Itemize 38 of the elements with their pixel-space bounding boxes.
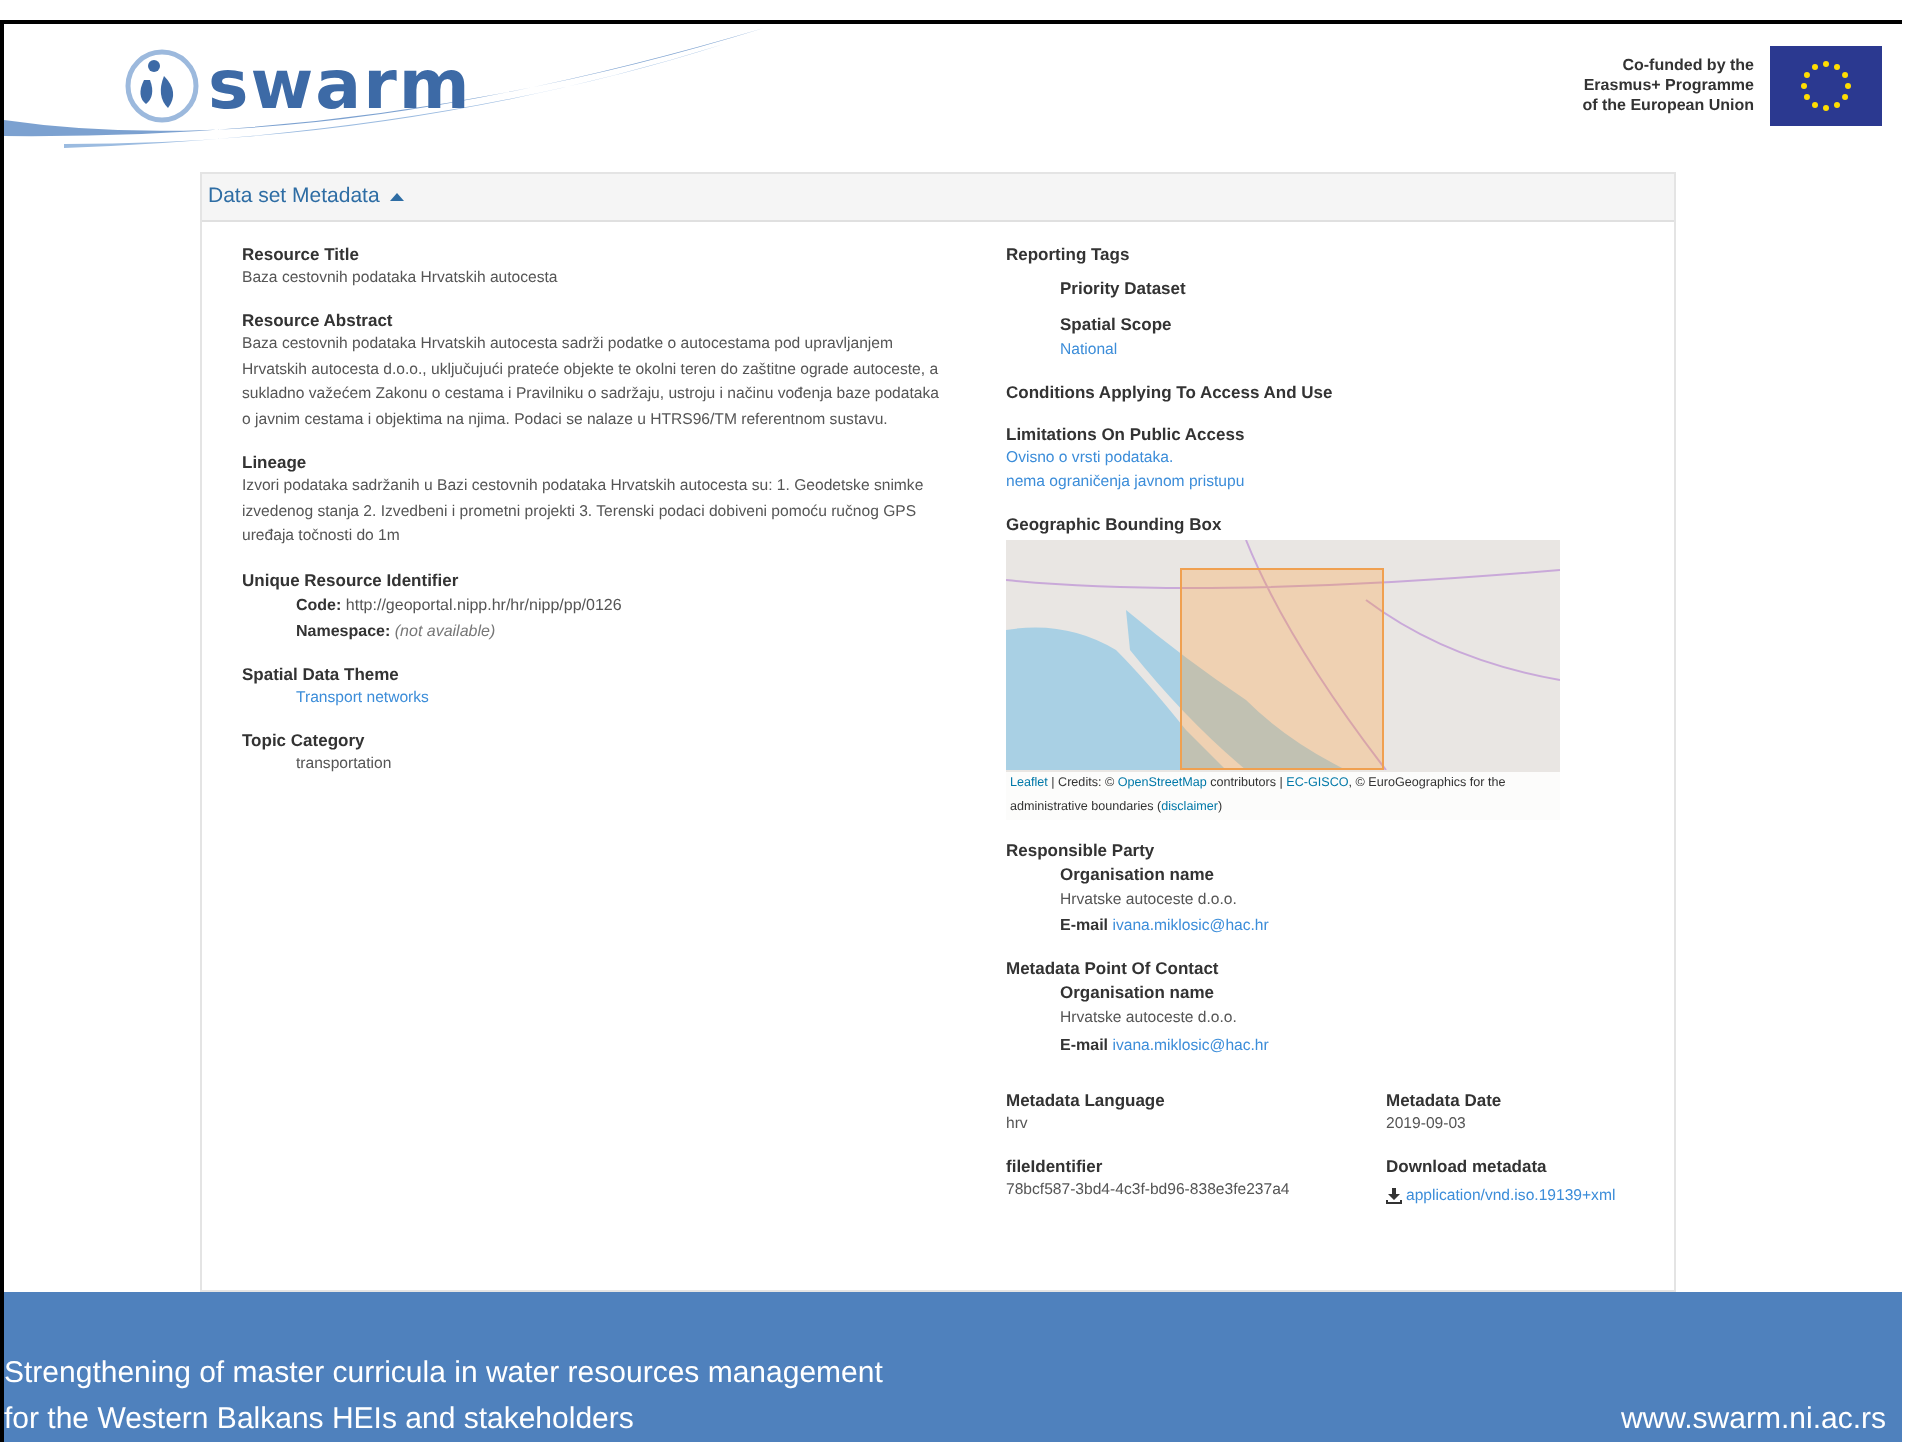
cofunded-text: of the European Union (1582, 95, 1754, 116)
download-icon (1386, 1188, 1402, 1205)
field-label: Resource Title (242, 241, 361, 266)
pair-key: Namespace: (296, 621, 391, 640)
pair-value: (not available) (394, 621, 496, 640)
footer-text: for the Western Balkans HEIs and stakeholders (4, 1400, 636, 1440)
website-url: www.swarm.ni.ac.rs (1620, 1400, 1886, 1440)
eu-flag-icon (1770, 45, 1882, 126)
field-label: Lineage (242, 450, 309, 475)
field-label: Limitations On Public Access (1006, 421, 1247, 446)
footer-text: Strengthening of master curricula in water resources management (4, 1354, 883, 1394)
field-sublabel: Priority Dataset (1060, 275, 1186, 302)
field-label: fileIdentifier (1006, 1154, 1105, 1179)
field-sublabel: Organisation name (1060, 861, 1214, 888)
panel-title[interactable]: Data set Metadata (208, 184, 380, 209)
field-label: Reporting Tags (1006, 241, 1132, 266)
field-label: Resource Abstract (242, 308, 395, 333)
pair-key: Code: (296, 595, 342, 614)
logo-text: swarm (208, 45, 472, 126)
field-label: Metadata Point Of Contact (1006, 956, 1221, 981)
field-label: Spatial Data Theme (242, 661, 401, 686)
pair-value: http://geoportal.nipp.hr/hr/nipp/pp/0126 (345, 595, 622, 614)
water-drops-logo-icon (124, 47, 200, 124)
cofunded-text: Erasmus+ Programme (1583, 75, 1754, 96)
field-label: Topic Category (242, 727, 367, 752)
email-label: E-mail (1060, 916, 1109, 935)
field-label: Metadata Date (1386, 1087, 1504, 1112)
cofunded-text: Co-funded by the (1622, 55, 1754, 76)
field-label: Unique Resource Identifier (242, 567, 461, 592)
field-sublabel: Spatial Scope (1060, 311, 1172, 338)
field-label: Metadata Language (1006, 1087, 1167, 1112)
field-label: Conditions Applying To Access And Use (1006, 379, 1335, 404)
email-label: E-mail (1060, 1035, 1109, 1054)
field-sublabel: Organisation name (1060, 980, 1214, 1007)
field-label: Download metadata (1386, 1154, 1549, 1179)
caret-icon[interactable] (389, 191, 404, 202)
field-label: Responsible Party (1006, 837, 1157, 862)
field-label: Geographic Bounding Box (1006, 511, 1224, 536)
